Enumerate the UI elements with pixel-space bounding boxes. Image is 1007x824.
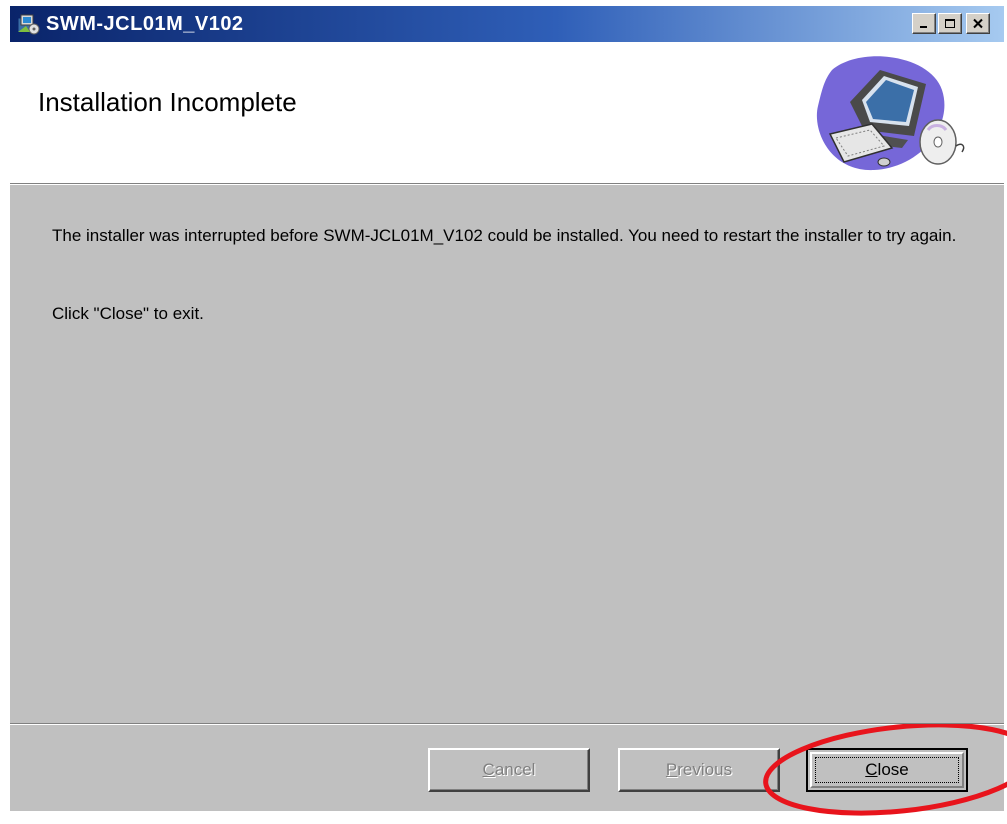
previous-button[interactable]: Previous <box>618 748 780 792</box>
button-area-divider <box>10 723 1004 725</box>
minimize-icon <box>920 25 927 28</box>
dialog-header: Installation Incomplete <box>10 42 1004 184</box>
previous-label: Previous <box>665 760 733 779</box>
cancel-button[interactable]: Cancel <box>428 748 590 792</box>
close-window-button[interactable] <box>966 13 990 34</box>
cancel-label: Cancel <box>482 760 536 779</box>
page-title: Installation Incomplete <box>38 87 297 117</box>
title-bar[interactable]: SWM-JCL01M_V102 <box>10 6 1004 42</box>
close-label: Close <box>865 760 909 779</box>
interruption-message: The installer was interrupted before SWM… <box>52 226 957 245</box>
maximize-icon <box>945 19 955 28</box>
close-button[interactable]: Close <box>806 748 968 792</box>
installer-window: SWM-JCL01M_V102 Installation Incomplete <box>10 6 1007 816</box>
computer-with-disc-icon <box>816 56 965 171</box>
window-title: SWM-JCL01M_V102 <box>46 13 244 35</box>
installer-app-icon <box>17 14 40 35</box>
minimize-button[interactable] <box>912 13 936 34</box>
maximize-button[interactable] <box>938 13 962 34</box>
exit-instruction: Click "Close" to exit. <box>52 304 204 323</box>
header-divider <box>10 184 1004 185</box>
close-icon <box>973 18 983 29</box>
